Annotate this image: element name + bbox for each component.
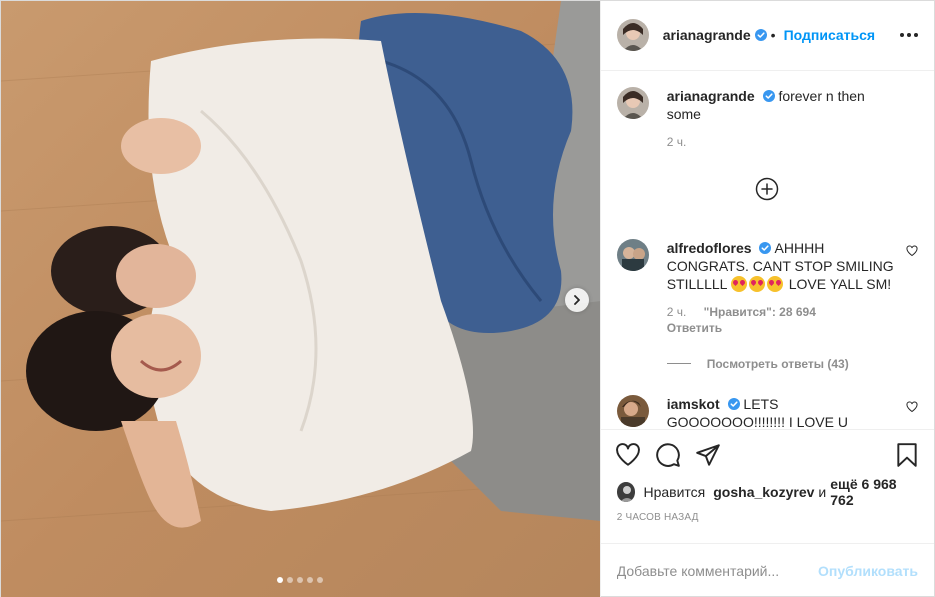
liker-username[interactable]: gosha_kozyrev (713, 484, 814, 500)
verified-badge-icon (727, 397, 740, 410)
heart-eyes-emoji-icon (766, 275, 783, 292)
caption-body: arianagrande forever n then some 2 ч. (667, 87, 918, 149)
comment-time[interactable]: 2 ч. (667, 305, 687, 319)
more-options-icon[interactable] (900, 27, 918, 43)
post-actions (600, 429, 934, 479)
author-username[interactable]: arianagrande (663, 27, 751, 43)
comment-meta: 2 ч. "Нравится": 28 694 Ответить (667, 305, 896, 335)
add-comment-bar: Опубликовать (600, 542, 934, 597)
comment-input[interactable] (616, 562, 819, 579)
comment-icon[interactable] (655, 442, 681, 468)
caption-author-avatar[interactable] (616, 86, 649, 119)
reply-button[interactable]: Ответить (667, 321, 896, 335)
post-media[interactable] (1, 1, 600, 597)
avatar-image (616, 481, 636, 502)
caption-time[interactable]: 2 ч. (667, 135, 687, 149)
post-header: arianagrande • Подписаться (600, 1, 934, 71)
share-icon[interactable] (695, 442, 721, 468)
heart-icon[interactable] (906, 245, 918, 257)
chevron-right-icon (574, 295, 580, 305)
comment-username[interactable]: alfredoflores (667, 240, 752, 256)
carousel-dot (297, 577, 304, 583)
caption-username[interactable]: arianagrande (667, 88, 755, 104)
likes-prefix: Нравится (643, 483, 706, 500)
heart-icon[interactable] (906, 401, 918, 413)
liker-avatar[interactable] (616, 481, 636, 502)
likes-and: и (818, 483, 827, 500)
carousel-dot (277, 577, 284, 583)
comment-body: alfredoflores AHHHH CONGRATS. CANT STOP … (667, 239, 918, 335)
carousel-dot (287, 577, 294, 583)
heart-eyes-emoji-icon (730, 275, 747, 292)
comments-list: arianagrande forever n then some 2 ч. al… (601, 71, 934, 430)
separator-dot: • (770, 27, 776, 44)
avatar-image (616, 394, 649, 427)
verified-badge-icon (762, 89, 775, 102)
avatar-image (616, 238, 649, 271)
verified-badge-icon (759, 241, 772, 254)
avatar-image (616, 86, 649, 119)
view-replies-label: Посмотреть ответы (43) (706, 356, 849, 371)
comment-body: iamskot LETS GOOOOOOO!!!!!!!! I LOVE U B… (667, 395, 918, 430)
commenter-avatar[interactable] (616, 394, 649, 427)
carousel-dot (307, 577, 314, 583)
comment-likes[interactable]: "Нравится": 28 694 (704, 305, 816, 319)
replies-line (666, 363, 691, 365)
likes-summary: Нравится gosha_kozyrev и ещё 6 968 762 (601, 476, 934, 508)
carousel-dots (1, 577, 600, 583)
publish-button[interactable]: Опубликовать (818, 563, 918, 579)
carousel-next-button[interactable] (565, 288, 589, 312)
verified-badge-icon (754, 29, 767, 42)
post-timestamp[interactable]: 2 часов назад (601, 504, 934, 533)
carousel-dot (317, 577, 324, 583)
post-sidebar: arianagrande • Подписаться arianagrande … (599, 1, 934, 597)
plus-circle-icon[interactable] (755, 177, 779, 201)
comment-username[interactable]: iamskot (667, 396, 720, 412)
follow-button[interactable]: Подписаться (784, 27, 876, 43)
post-photo (1, 1, 600, 597)
author-avatar[interactable] (616, 19, 649, 52)
comment-row: alfredoflores AHHHH CONGRATS. CANT STOP … (616, 238, 918, 335)
caption-meta: 2 ч. (667, 135, 896, 149)
comment-row: iamskot LETS GOOOOOOO!!!!!!!! I LOVE U B… (616, 394, 918, 430)
comment-text-end: LOVE YALL SM! (788, 275, 892, 292)
load-more-wrap (617, 177, 918, 201)
instagram-post: arianagrande • Подписаться arianagrande … (0, 0, 935, 597)
avatar-image (616, 19, 649, 52)
heart-icon[interactable] (615, 442, 641, 468)
bookmark-icon[interactable] (894, 442, 920, 468)
caption-row: arianagrande forever n then some 2 ч. (616, 86, 918, 149)
view-replies-button[interactable]: Посмотреть ответы (43) (666, 356, 918, 371)
heart-eyes-emoji-icon (748, 275, 765, 292)
commenter-avatar[interactable] (616, 238, 649, 271)
